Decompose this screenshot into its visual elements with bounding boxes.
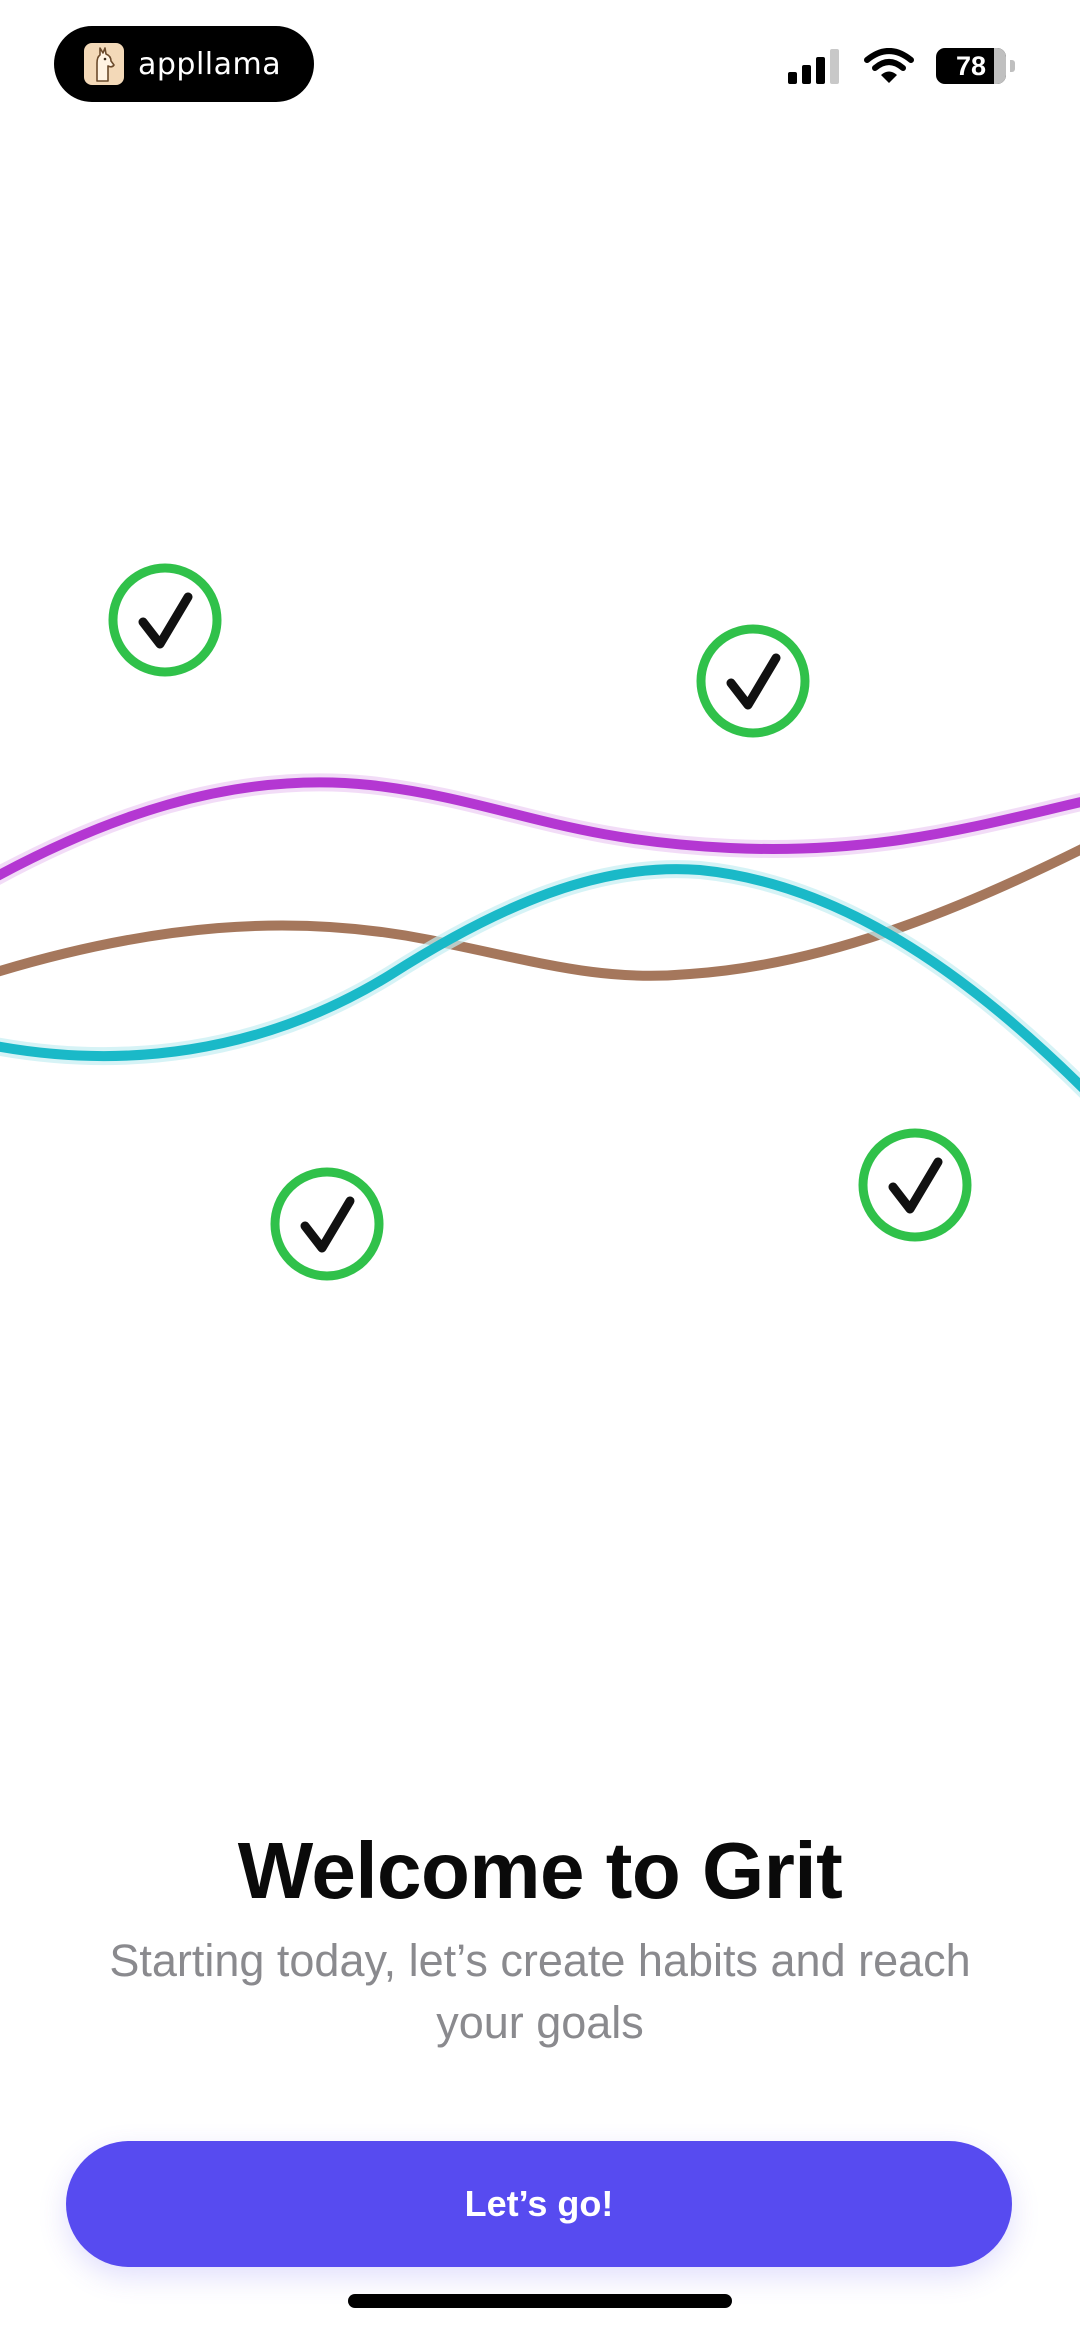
purple-habit-line — [0, 773, 1080, 885]
check-circle-icon — [858, 1128, 972, 1242]
page-title: Welcome to Grit — [237, 1826, 843, 1915]
lets-go-button[interactable]: Let’s go! — [66, 2141, 1012, 2267]
habit-lines-illustration — [0, 563, 1080, 1281]
battery-level: 78 — [955, 50, 987, 81]
home-indicator[interactable] — [348, 2294, 732, 2308]
check-circle-icon — [696, 624, 810, 738]
page-subtitle: Starting today, let’s create habits and … — [109, 1935, 971, 2048]
check-circle-icon — [108, 563, 222, 677]
teal-habit-line — [0, 860, 1080, 1098]
check-circle-icon — [270, 1167, 384, 1281]
